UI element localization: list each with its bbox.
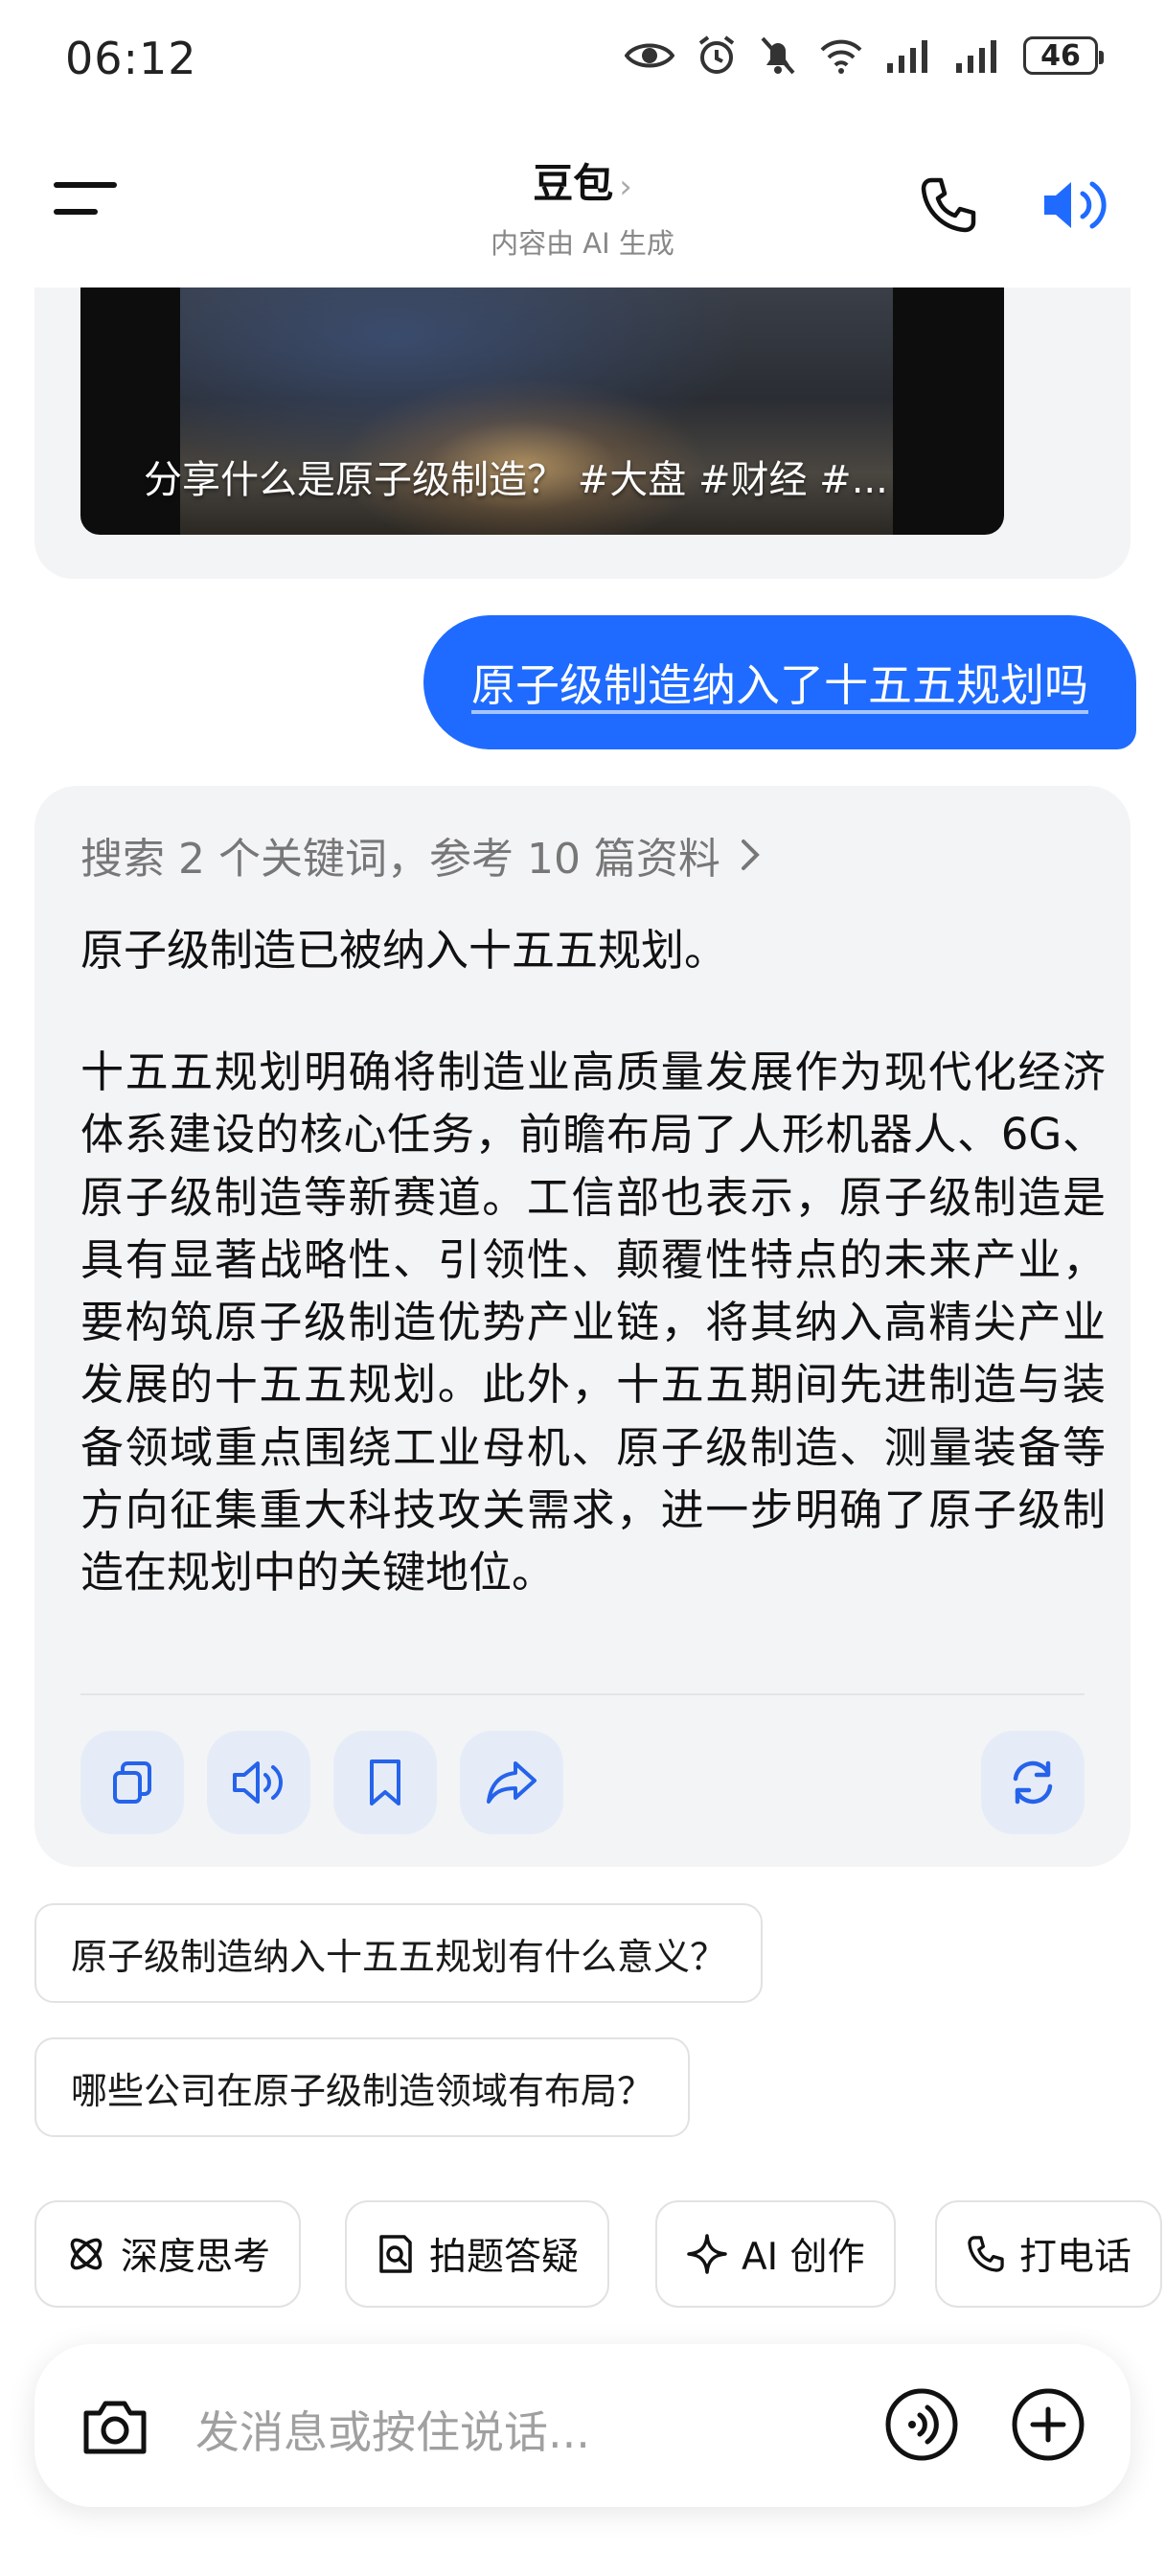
share-button[interactable] (460, 1731, 563, 1834)
tool-label: 打电话 (1019, 2236, 1132, 2279)
user-message-text: 原子级制造纳入了十五五规划吗 (471, 659, 1088, 711)
tool-chips-row: 深度思考 拍题答疑 AI 创作 打电话 (34, 2200, 1165, 2312)
photo-question-icon (379, 2235, 412, 2273)
video-message-card: 分享什么是原子级制造？ #大盘 #财经 #... (34, 288, 1131, 579)
bot-name[interactable]: 豆包 (533, 160, 613, 207)
chevron-right-icon (741, 840, 760, 870)
speaker-outline-icon (233, 1761, 283, 1804)
status-icons: 46 (625, 34, 1104, 77)
alarm-icon (698, 35, 735, 74)
tool-ai-create[interactable]: AI 创作 (655, 2200, 896, 2308)
tool-phone-call[interactable]: 打电话 (935, 2200, 1163, 2308)
answer-lead: 原子级制造已被纳入十五五规划。 (80, 925, 728, 976)
search-sources-link[interactable]: 搜索 2 个关键词，参考 10 篇资料 (80, 824, 761, 886)
message-input[interactable]: 发消息或按住说话... (195, 2398, 590, 2461)
camera-icon[interactable] (79, 2390, 151, 2463)
read-aloud-button[interactable] (207, 1731, 310, 1834)
search-summary-text: 搜索 2 个关键词，参考 10 篇资料 (80, 835, 720, 884)
regenerate-button[interactable] (981, 1731, 1085, 1834)
tool-label: AI 创作 (742, 2236, 865, 2279)
deep-think-icon (70, 2238, 103, 2270)
divider (80, 1693, 1085, 1695)
tool-label: 深度思考 (121, 2236, 271, 2279)
copy-button[interactable] (80, 1731, 184, 1834)
app-header: 豆包 › 内容由 AI 生成 (0, 134, 1165, 268)
voice-input-icon[interactable] (883, 2386, 960, 2463)
phone-icon (968, 2236, 1004, 2272)
refresh-icon (1013, 1760, 1053, 1805)
ai-disclaimer: 内容由 AI 生成 (491, 227, 674, 260)
tool-photo-question[interactable]: 拍题答疑 (345, 2200, 610, 2308)
copy-icon (113, 1761, 151, 1804)
mute-bell-icon (761, 36, 795, 75)
video-caption: 分享什么是原子级制造？ #大盘 #财经 #... (144, 458, 888, 502)
video-thumbnail[interactable]: 分享什么是原子级制造？ #大盘 #财经 #... (80, 288, 1004, 535)
speaker-icon[interactable] (1040, 174, 1113, 236)
wifi-icon (820, 39, 862, 74)
signal-icon (887, 40, 927, 73)
bookmark-button[interactable] (333, 1731, 437, 1834)
plus-icon[interactable] (1010, 2386, 1086, 2463)
chat-title[interactable]: 豆包 › 内容由 AI 生成 (0, 151, 1165, 262)
suggestion-chip[interactable]: 原子级制造纳入十五五规划有什么意义？ (34, 1903, 764, 2003)
share-icon (487, 1761, 537, 1804)
signal-icon-2 (956, 40, 996, 73)
chevron-right-icon: › (619, 168, 632, 206)
eye-icon (625, 43, 674, 68)
answer-body: 十五五规划明确将制造业高质量发展作为现代化经济体系建设的核心任务，前瞻布局了人形… (80, 1046, 1106, 1598)
status-bar: 06:12 46 (0, 0, 1165, 115)
tool-label: 拍题答疑 (429, 2236, 580, 2279)
suggestion-chip[interactable]: 哪些公司在原子级制造领域有布局？ (34, 2037, 691, 2137)
bookmark-icon (370, 1760, 400, 1806)
assistant-answer-card: 搜索 2 个关键词，参考 10 篇资料 原子级制造已被纳入十五五规划。 十五五规… (34, 786, 1131, 1867)
phone-icon[interactable] (918, 174, 979, 236)
sparkle-icon (687, 2234, 727, 2274)
message-input-bar: 发消息或按住说话... (34, 2344, 1131, 2507)
status-time: 06:12 (65, 33, 197, 84)
tool-deep-think[interactable]: 深度思考 (34, 2200, 302, 2308)
battery-icon: 46 (1023, 36, 1104, 75)
user-message-bubble[interactable]: 原子级制造纳入了十五五规划吗 (423, 615, 1136, 749)
